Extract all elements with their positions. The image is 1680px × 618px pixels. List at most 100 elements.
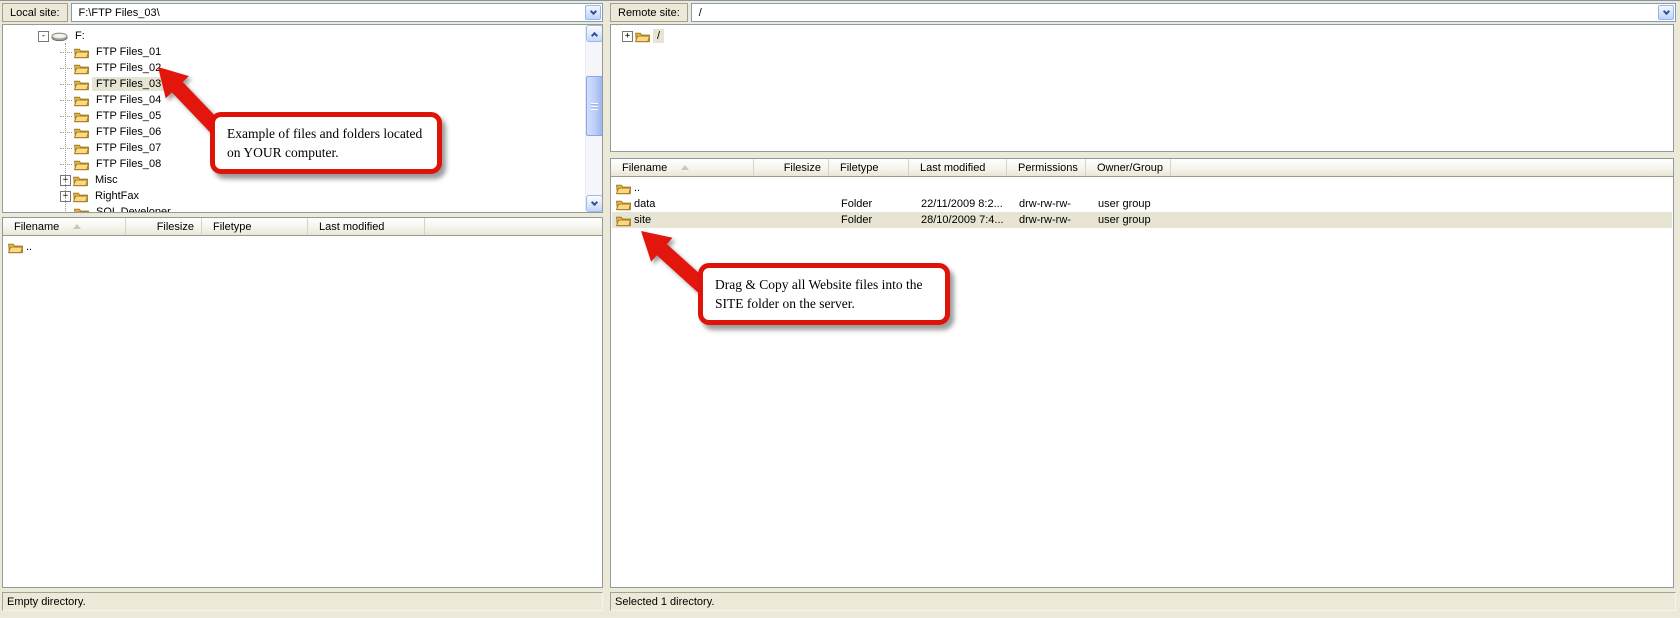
file-name-cell: site bbox=[612, 214, 755, 227]
column-header-filetype[interactable]: Filetype bbox=[829, 159, 909, 176]
tree-item-label: FTP Files_01 bbox=[92, 45, 165, 59]
folder-icon bbox=[74, 46, 89, 59]
local-list-header: FilenameFilesize Filetype Last modified bbox=[3, 218, 602, 236]
tree-connector bbox=[60, 68, 72, 69]
folder-icon bbox=[616, 182, 631, 195]
file-row[interactable]: .. bbox=[612, 180, 1672, 196]
scrollbar-thumb[interactable] bbox=[586, 76, 603, 136]
tree-collapse-icon[interactable]: - bbox=[38, 31, 49, 42]
file-row[interactable]: dataFolder22/11/2009 8:2...drw-rw-rw-use… bbox=[612, 196, 1672, 212]
file-name-cell: .. bbox=[612, 182, 755, 195]
column-header-filesize[interactable]: Filesize bbox=[126, 218, 202, 235]
tree-item-label: FTP Files_06 bbox=[92, 125, 165, 139]
tree-item-drive-f[interactable]: - F: bbox=[4, 28, 601, 44]
column-header-filler bbox=[1171, 159, 1673, 176]
local-tree-scrollbar[interactable] bbox=[585, 25, 602, 212]
remote-status-text: Selected 1 directory. bbox=[615, 596, 714, 608]
column-label: Owner/Group bbox=[1097, 162, 1163, 174]
file-owner_group-cell: user group bbox=[1087, 198, 1172, 210]
file-permissions-cell: drw-rw-rw- bbox=[1008, 214, 1087, 226]
remote-site-dropdown-button[interactable] bbox=[1658, 5, 1674, 20]
column-header-filetype[interactable]: Filetype bbox=[202, 218, 308, 235]
local-site-dropdown-button[interactable] bbox=[585, 5, 601, 20]
sort-ascending-icon bbox=[681, 165, 689, 170]
chevron-down-icon bbox=[589, 8, 596, 15]
tree-item-label: Misc bbox=[91, 173, 122, 187]
column-header-last_modified[interactable]: Last modified bbox=[308, 218, 425, 235]
local-site-path-value: F:\FTP Files_03\ bbox=[79, 7, 160, 19]
tree-item[interactable]: FTP Files_04 bbox=[4, 92, 601, 108]
local-site-path-input[interactable]: F:\FTP Files_03\ bbox=[71, 3, 603, 22]
tree-item-label: FTP Files_04 bbox=[92, 93, 165, 107]
remote-site-label: Remote site: bbox=[610, 3, 688, 22]
column-label: Filesize bbox=[784, 162, 821, 174]
remote-site-bar: Remote site: / bbox=[610, 3, 1676, 22]
folder-icon bbox=[73, 174, 88, 187]
folder-icon bbox=[616, 214, 631, 227]
tree-connector bbox=[60, 132, 72, 133]
file-name-cell: .. bbox=[4, 241, 127, 254]
tree-item[interactable]: FTP Files_03 bbox=[4, 76, 601, 92]
remote-directory-tree: + / bbox=[610, 24, 1674, 152]
scroll-down-button[interactable] bbox=[586, 195, 603, 212]
tree-item[interactable]: +RightFax bbox=[4, 188, 601, 204]
tree-connector bbox=[60, 100, 72, 101]
column-header-permissions[interactable]: Permissions bbox=[1007, 159, 1086, 176]
tree-item[interactable]: +Misc bbox=[4, 172, 601, 188]
remote-tree-box: + / bbox=[612, 26, 1672, 150]
tree-connector bbox=[60, 164, 72, 165]
tree-item-label: F: bbox=[71, 29, 89, 43]
folder-icon bbox=[8, 241, 23, 254]
column-label: Filename bbox=[622, 162, 667, 174]
local-site-label: Local site: bbox=[2, 3, 68, 22]
folder-icon bbox=[74, 158, 89, 171]
sort-ascending-icon bbox=[73, 224, 81, 229]
scroll-up-button[interactable] bbox=[586, 25, 603, 42]
folder-icon bbox=[616, 198, 631, 211]
tree-item-label: FTP Files_05 bbox=[92, 109, 165, 123]
file-row[interactable]: siteFolder28/10/2009 7:4...drw-rw-rw-use… bbox=[612, 212, 1672, 228]
remote-list-body: .. data Folder22/11/2009 8:2...drw-rw-rw-u… bbox=[612, 178, 1672, 586]
remote-file-list: Filename Filesize Filetype Last modified Per… bbox=[610, 158, 1674, 588]
callout-text: Drag & Copy all Website files into the S… bbox=[715, 277, 923, 311]
folder-icon bbox=[635, 30, 650, 43]
window-top-border bbox=[0, 0, 1680, 1]
callout-site-folder: Drag & Copy all Website files into the S… bbox=[698, 263, 950, 325]
file-last_modified-cell: 22/11/2009 8:2... bbox=[910, 198, 1008, 210]
file-row[interactable]: .. bbox=[4, 239, 601, 255]
callout-local-files: Example of files and folders located on … bbox=[210, 112, 442, 174]
folder-icon bbox=[74, 142, 89, 155]
tree-item[interactable]: SQL Developer bbox=[4, 204, 601, 213]
column-label: Permissions bbox=[1018, 162, 1078, 174]
file-name-cell: data bbox=[612, 198, 755, 211]
file-filetype-cell: Folder bbox=[830, 198, 910, 210]
folder-icon bbox=[73, 190, 88, 203]
column-label: Filetype bbox=[213, 221, 252, 233]
tree-item-root[interactable]: + / bbox=[612, 28, 1672, 44]
folder-icon bbox=[74, 206, 89, 214]
folder-icon bbox=[74, 126, 89, 139]
tree-item-label: FTP Files_08 bbox=[92, 157, 165, 171]
local-site-bar: Local site: F:\FTP Files_03\ bbox=[2, 3, 603, 22]
remote-site-path-input[interactable]: / bbox=[691, 3, 1676, 22]
column-header-filename[interactable]: Filename bbox=[3, 218, 126, 235]
folder-icon bbox=[74, 62, 89, 75]
local-status-bar: Empty directory. bbox=[2, 592, 603, 611]
tree-connector-line bbox=[65, 43, 66, 211]
tree-expand-icon[interactable]: + bbox=[622, 31, 633, 42]
column-label: Last modified bbox=[920, 162, 985, 174]
file-last_modified-cell: 28/10/2009 7:4... bbox=[910, 214, 1008, 226]
column-header-filename[interactable]: Filename bbox=[611, 159, 754, 176]
folder-icon bbox=[74, 94, 89, 107]
tree-item-label: / bbox=[653, 29, 664, 43]
column-header-filesize[interactable]: Filesize bbox=[754, 159, 829, 176]
drive-icon bbox=[51, 31, 68, 42]
column-header-last_modified[interactable]: Last modified bbox=[909, 159, 1007, 176]
tree-item[interactable]: FTP Files_02 bbox=[4, 60, 601, 76]
column-header-owner_group[interactable]: Owner/Group bbox=[1086, 159, 1171, 176]
tree-item-label: FTP Files_07 bbox=[92, 141, 165, 155]
tree-connector bbox=[60, 212, 72, 213]
chevron-down-icon bbox=[591, 199, 598, 206]
tree-connector bbox=[60, 84, 72, 85]
tree-item[interactable]: FTP Files_01 bbox=[4, 44, 601, 60]
